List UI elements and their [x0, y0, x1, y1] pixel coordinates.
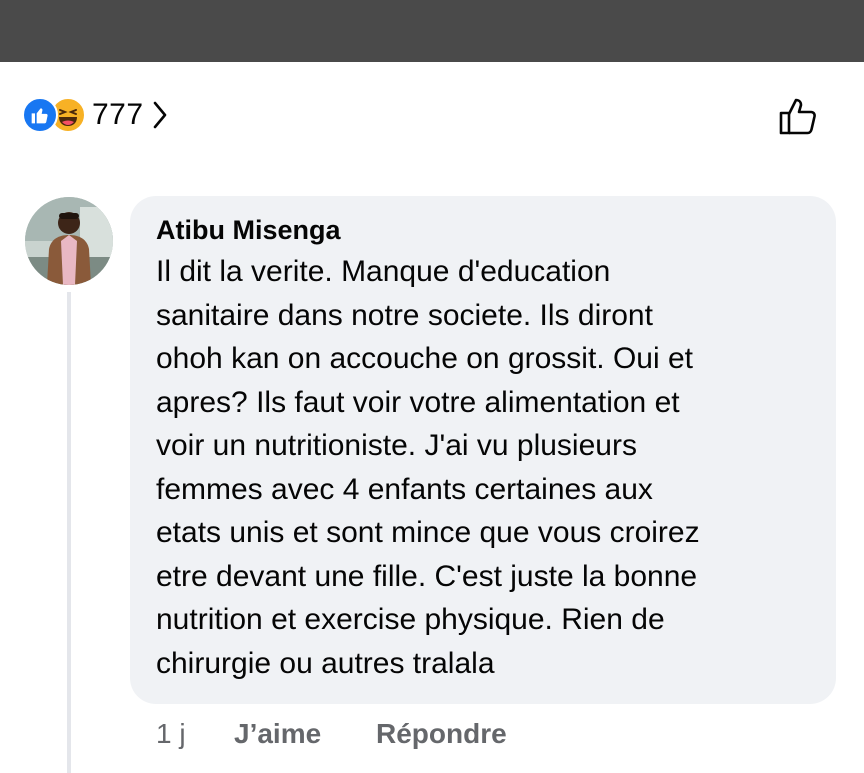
comment-like-button[interactable]: J’aime	[234, 718, 376, 750]
comment-author[interactable]: Atibu Misenga	[156, 214, 810, 246]
chevron-right-icon	[152, 100, 168, 130]
comment-timestamp[interactable]: 1 j	[156, 718, 234, 750]
like-reaction-icon	[22, 97, 58, 133]
thumbs-up-outline-icon	[779, 98, 816, 135]
top-status-bar	[0, 0, 864, 62]
reaction-count: 777	[92, 98, 144, 131]
thread-line	[67, 292, 71, 773]
comment-text: Il dit la verite. Manque d'education san…	[156, 255, 700, 680]
comment-reply-button[interactable]: Répondre	[376, 718, 507, 750]
comment-bubble: Atibu Misenga Il dit la verite. Manque d…	[130, 196, 836, 704]
like-button[interactable]	[774, 92, 822, 140]
comment-actions: 1 j J’aime Répondre	[156, 718, 507, 750]
avatar[interactable]	[25, 197, 113, 285]
reactions-summary[interactable]: 777	[22, 92, 168, 138]
